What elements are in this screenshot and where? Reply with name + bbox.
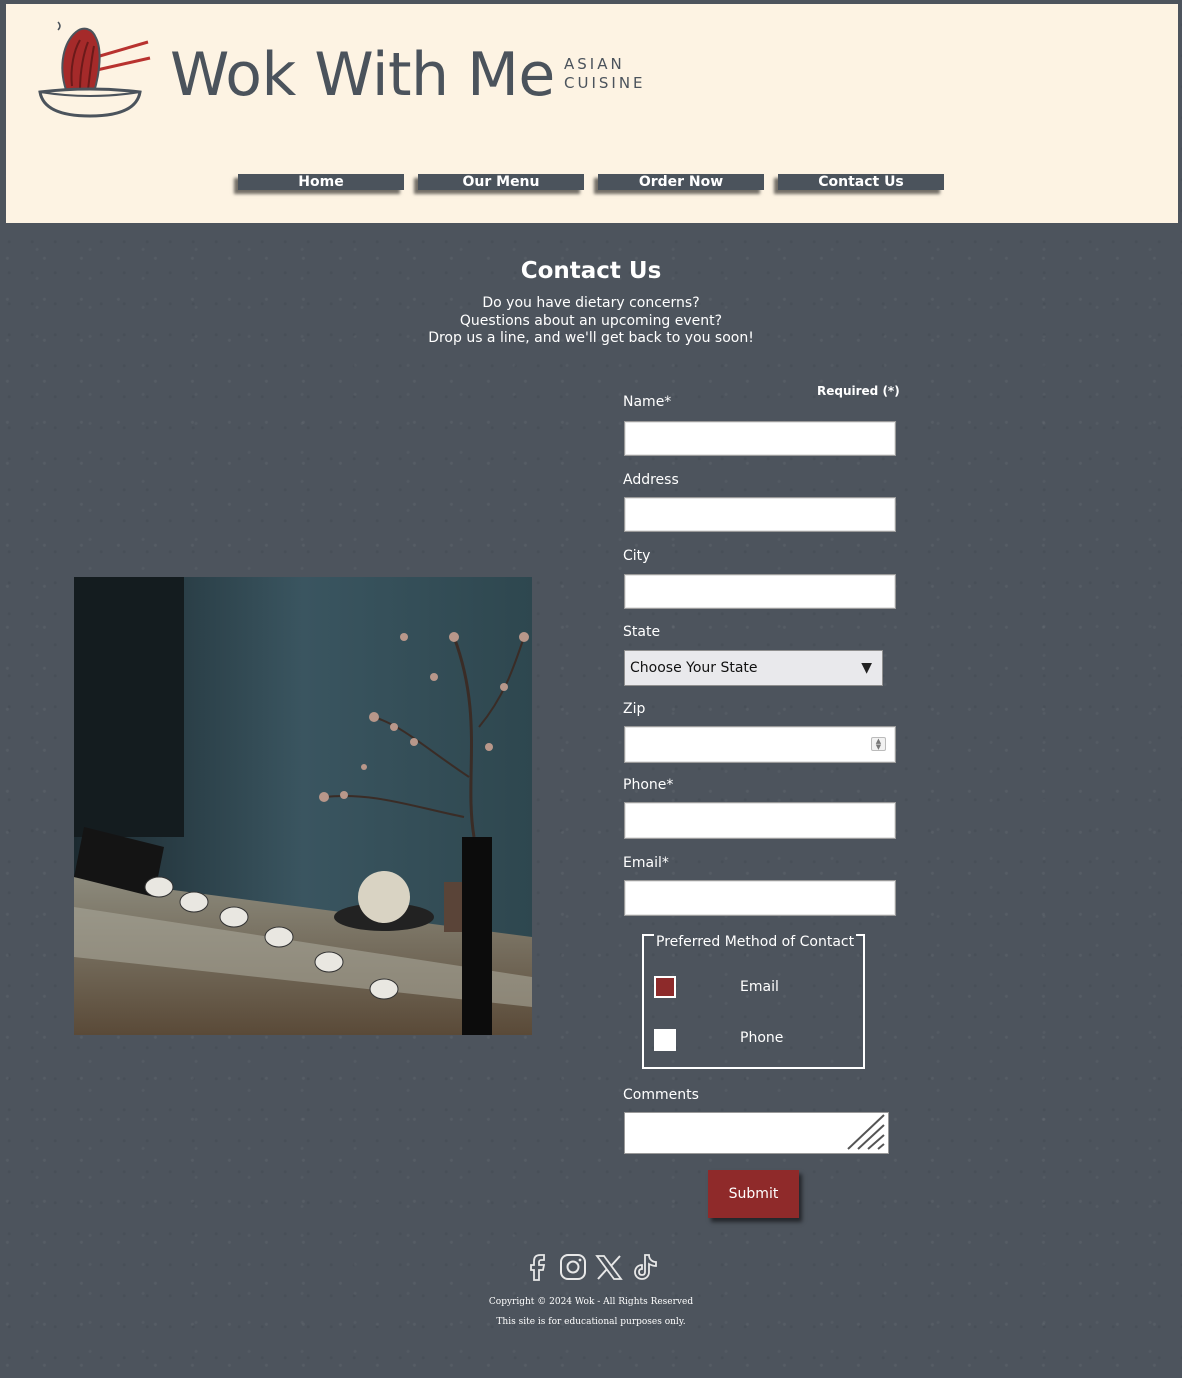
state-select-value: Choose Your State (630, 660, 758, 676)
site-header: Wok With Me ASIAN CUISINE Home Our Menu … (6, 4, 1178, 223)
phone-checkbox[interactable] (654, 1029, 676, 1051)
address-label: Address (623, 472, 679, 488)
phone-label: Phone* (623, 777, 674, 793)
instagram-icon[interactable] (559, 1252, 587, 1282)
email-checkbox-label: Email (740, 979, 779, 995)
intro-line-2: Questions about an upcoming event? (459, 312, 723, 329)
email-input[interactable] (624, 880, 896, 916)
page-title: Contact Us (520, 258, 662, 284)
noodle-bowl-logo-icon[interactable] (28, 20, 156, 132)
phone-checkbox-label: Phone (740, 1030, 784, 1046)
address-input[interactable] (624, 497, 896, 532)
nav-home[interactable]: Home (238, 174, 404, 190)
nav-our-menu[interactable]: Our Menu (418, 174, 584, 190)
brand-name: Wok With Me (170, 40, 555, 110)
city-label: City (623, 548, 651, 564)
footer-note: This site is for educational purposes on… (496, 1317, 686, 1327)
tiktok-icon[interactable] (631, 1252, 659, 1282)
intro-text: Do you have dietary concerns? Questions … (0, 295, 1182, 348)
nav-contact-us[interactable]: Contact Us (778, 174, 944, 190)
email-checkbox[interactable] (654, 976, 676, 998)
resize-handle-icon[interactable] (846, 1113, 886, 1151)
name-input[interactable] (624, 421, 896, 456)
intro-line-3: Drop us a line, and we'll get back to yo… (428, 330, 754, 346)
phone-input[interactable] (624, 802, 896, 839)
state-select[interactable]: Choose Your State ▼ (624, 650, 883, 686)
tea-table-photo (74, 577, 532, 1035)
number-spinner-icon[interactable]: ▲ ▼ (871, 737, 886, 751)
nav-order-now[interactable]: Order Now (598, 174, 764, 190)
comments-textarea[interactable] (624, 1112, 889, 1154)
zip-label: Zip (623, 701, 646, 717)
submit-button[interactable]: Submit (708, 1170, 799, 1218)
comments-label: Comments (623, 1087, 699, 1103)
tagline-line-1: ASIAN (564, 55, 625, 73)
required-note: Required (*) (817, 384, 900, 398)
dropdown-arrow-icon: ▼ (861, 660, 872, 676)
zip-input[interactable]: ▲ ▼ (624, 726, 896, 763)
tagline-line-2: CUISINE (564, 74, 646, 92)
x-icon[interactable] (595, 1252, 623, 1282)
name-label: Name* (623, 394, 672, 410)
brand-tagline: ASIAN CUISINE (564, 55, 654, 93)
preferred-contact-legend: Preferred Method of Contact (654, 934, 857, 950)
city-input[interactable] (624, 574, 896, 609)
state-label: State (623, 624, 661, 640)
email-label: Email* (623, 855, 669, 871)
intro-line-1: Do you have dietary concerns? (482, 295, 700, 311)
footer-copyright: Copyright © 2024 Wok - All Rights Reserv… (488, 1297, 694, 1307)
facebook-icon[interactable] (523, 1252, 551, 1282)
